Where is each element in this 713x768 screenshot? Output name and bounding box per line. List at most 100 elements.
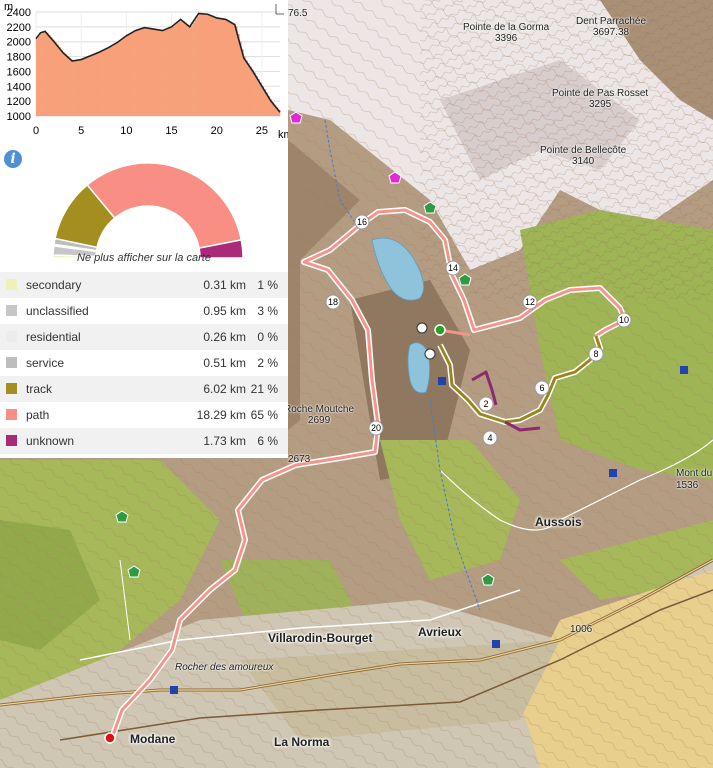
route-info-panel: 2400 2200 2000 1800 1600 1400 1200 1000 0 5 10 15 2… — [0, 0, 288, 458]
place-label: Rocher des amoureux — [175, 662, 274, 673]
elevation-bar — [66, 55, 69, 116]
peak-altitude: 2699 — [307, 415, 331, 426]
km-marker: 16 — [354, 214, 370, 230]
elevation-bar — [239, 41, 242, 116]
elevation-bar — [214, 17, 218, 117]
x-axis-unit: km — [278, 129, 288, 141]
elevation-bar — [97, 53, 100, 116]
surface-name: path — [26, 408, 50, 422]
surface-name-cell: path — [0, 402, 180, 428]
elevation-bar — [115, 43, 118, 116]
surface-table: secondary 0.31 km 1 % unclassified 0.95 km 3 … — [0, 272, 288, 454]
donut-slice-path[interactable] — [86, 162, 243, 249]
peak-altitude: 3140 — [571, 156, 595, 167]
elevation-bar — [143, 27, 147, 116]
parking-icon[interactable] — [680, 366, 688, 374]
elevation-bar — [196, 16, 199, 116]
elevation-bar — [44, 31, 47, 117]
elevation-bar — [50, 37, 53, 117]
elevation-bar — [194, 19, 197, 117]
svg-text:10: 10 — [619, 315, 629, 325]
hide-on-map-link[interactable]: Ne plus afficher sur la carte — [0, 252, 288, 264]
elevation-bar — [127, 35, 130, 116]
lock-icon — [424, 348, 436, 360]
elevation-bar — [84, 58, 88, 116]
surface-percent: 0 % — [257, 330, 278, 344]
elevation-bar — [56, 44, 59, 116]
svg-text:18: 18 — [328, 297, 338, 307]
elevation-bar — [223, 18, 226, 116]
y-tick-label: 1000 — [7, 111, 31, 123]
surface-name: unclassified — [26, 304, 89, 318]
elevation-bar — [158, 29, 161, 117]
elevation-bar — [60, 49, 63, 117]
elevation-bar — [162, 30, 165, 116]
parking-icon[interactable] — [438, 377, 446, 385]
surface-percent: 65 % — [250, 408, 278, 422]
surface-distance: 0.31 km — [203, 278, 246, 292]
elevation-bar — [80, 59, 84, 116]
surface-name: service — [26, 356, 65, 370]
elevation-bar — [105, 49, 108, 116]
surface-percent: 6 % — [257, 434, 278, 448]
surface-percent: 1 % — [257, 278, 278, 292]
elevation-bar — [198, 13, 201, 116]
lock-icon — [416, 322, 428, 334]
elevation-bar — [147, 28, 151, 116]
info-icon[interactable]: i — [4, 150, 22, 168]
elevation-bar — [74, 60, 77, 116]
route-end-marker[interactable] — [434, 324, 446, 336]
x-tick-label: 25 — [256, 125, 268, 137]
elevation-bar — [52, 39, 55, 116]
elevation-bar — [129, 33, 132, 116]
elevation-profile-chart[interactable]: 24002200200018001600140012001000 0 5 10 15 2… — [0, 0, 288, 146]
elevation-bar — [253, 72, 256, 116]
parking-icon[interactable] — [170, 686, 178, 694]
km-marker: 2 — [478, 396, 494, 412]
y-tick-label: 1600 — [7, 66, 31, 78]
elevation-bar — [139, 29, 143, 116]
y-tick-label: 1400 — [7, 81, 31, 93]
peak-name: Pointe de Bellecôte — [540, 145, 627, 156]
svg-text:16: 16 — [357, 217, 367, 227]
surface-percent: 2 % — [257, 356, 278, 370]
surface-percent: 3 % — [257, 304, 278, 318]
x-tick-label: 20 — [211, 125, 223, 137]
spot-height: 2673 — [288, 454, 311, 465]
elevation-bar — [184, 22, 187, 116]
elevation-bar — [78, 59, 82, 116]
elevation-bar — [58, 47, 61, 116]
elevation-bar — [86, 57, 90, 116]
elevation-bar — [133, 31, 136, 117]
peak-name: Pointe de la Gorma — [463, 22, 550, 33]
surface-color-swatch — [6, 357, 17, 368]
elevation-bar — [145, 27, 149, 116]
surface-name: track — [26, 382, 53, 396]
peak-label: Pointe de Bellecôte 3140 — [540, 145, 626, 167]
elevation-bar — [237, 34, 240, 117]
parking-icon[interactable] — [492, 640, 500, 648]
route-start-marker[interactable] — [104, 732, 116, 744]
surface-name-cell: residential — [0, 324, 180, 350]
elevation-bar — [168, 28, 171, 116]
peak-name: Pointe de Pas Rosset — [552, 88, 649, 99]
elevation-bar — [204, 13, 208, 116]
surface-row: track 6.02 km 21 % — [0, 376, 288, 402]
elevation-bar — [68, 57, 71, 116]
svg-text:2: 2 — [483, 399, 488, 409]
surface-donut-chart — [52, 162, 244, 259]
elevation-bar — [101, 51, 104, 117]
elevation-bar — [227, 20, 230, 116]
elevation-bar — [176, 22, 179, 117]
elevation-bar — [245, 60, 248, 116]
x-tick-label: 10 — [120, 125, 132, 137]
y-axis-unit: m — [4, 1, 13, 13]
spot-height: 1536 — [676, 480, 699, 491]
x-tick-label: 0 — [33, 125, 39, 137]
surface-distance: 0.51 km — [203, 356, 246, 370]
parking-icon[interactable] — [609, 469, 617, 477]
elevation-bar — [249, 66, 252, 116]
surface-name-cell: unclassified — [0, 298, 180, 324]
elevation-bar — [206, 14, 210, 117]
peak-altitude: 3295 — [588, 99, 612, 110]
